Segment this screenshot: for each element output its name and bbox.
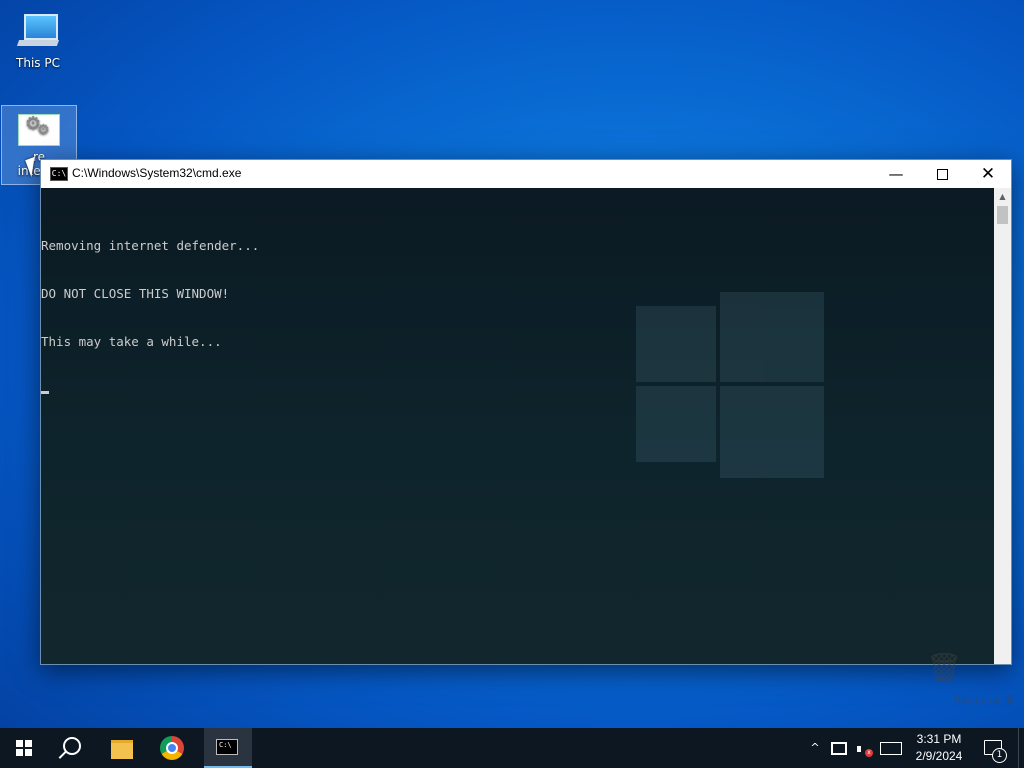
- cmd-icon: C:\: [216, 739, 238, 755]
- maximize-button[interactable]: [919, 160, 965, 188]
- volume-button[interactable]: x: [852, 728, 874, 768]
- volume-muted-icon: x: [856, 742, 873, 757]
- network-button[interactable]: [828, 728, 850, 768]
- notification-count: 1: [992, 748, 1007, 763]
- show-desktop-button[interactable]: [1018, 728, 1024, 768]
- console-line: This may take a while...: [41, 334, 222, 349]
- vertical-scrollbar[interactable]: ▲: [994, 188, 1011, 664]
- folder-icon: [111, 740, 133, 759]
- windows-start-icon: [16, 740, 32, 756]
- keyboard-icon: [880, 742, 902, 755]
- search-button[interactable]: [48, 728, 96, 768]
- console-line: Removing internet defender...: [41, 238, 260, 253]
- action-center-button[interactable]: 1: [978, 728, 1008, 768]
- taskbar-cmd[interactable]: C:\: [204, 728, 252, 768]
- network-icon: [831, 742, 847, 755]
- search-icon: [63, 737, 81, 755]
- taskbar-chrome[interactable]: [148, 728, 196, 768]
- maximize-icon: [936, 169, 948, 180]
- start-button[interactable]: [0, 728, 48, 768]
- computer-icon: [16, 12, 60, 52]
- window-title: C:\Windows\System32\cmd.exe: [72, 166, 242, 180]
- recycle-bin-ghost: 🗑 Recycle B: [914, 628, 1013, 724]
- recycle-bin-icon: 🗑: [926, 651, 962, 684]
- taskbar-file-explorer[interactable]: [98, 728, 146, 768]
- desktop-icon-label: This PC: [16, 56, 60, 70]
- clock-time: 3:31 PM: [916, 732, 962, 746]
- gears-icon: ⚙ ⚙: [18, 114, 60, 146]
- desktop-icon-this-pc[interactable]: This PC: [0, 8, 76, 74]
- console-line: DO NOT CLOSE THIS WINDOW!: [41, 286, 230, 301]
- cmd-window[interactable]: C:\ C:\Windows\System32\cmd.exe — ✕ Remo…: [40, 159, 1013, 706]
- recycle-bin-label: Recycle B: [953, 693, 1014, 706]
- cmd-titlebar[interactable]: C:\ C:\Windows\System32\cmd.exe — ✕: [41, 160, 1011, 188]
- show-hidden-icons-button[interactable]: ^: [806, 728, 824, 768]
- touch-keyboard-button[interactable]: [876, 728, 906, 768]
- close-button[interactable]: ✕: [965, 160, 1011, 188]
- taskbar: C:\ ^ x 3:31 PM 2/9/2024 1: [0, 728, 1024, 768]
- scrollbar-thumb[interactable]: [997, 206, 1008, 224]
- windows-logo-reflection: [636, 288, 824, 478]
- scroll-up-arrow-icon[interactable]: ▲: [994, 188, 1011, 205]
- console-output[interactable]: Removing internet defender... DO NOT CLO…: [41, 188, 1013, 706]
- clock[interactable]: 3:31 PM 2/9/2024: [908, 731, 970, 765]
- text-cursor: [41, 391, 49, 394]
- clock-date: 2/9/2024: [915, 749, 963, 763]
- chrome-icon: [160, 736, 184, 760]
- minimize-button[interactable]: —: [873, 160, 919, 188]
- cmd-app-icon: C:\: [50, 167, 68, 181]
